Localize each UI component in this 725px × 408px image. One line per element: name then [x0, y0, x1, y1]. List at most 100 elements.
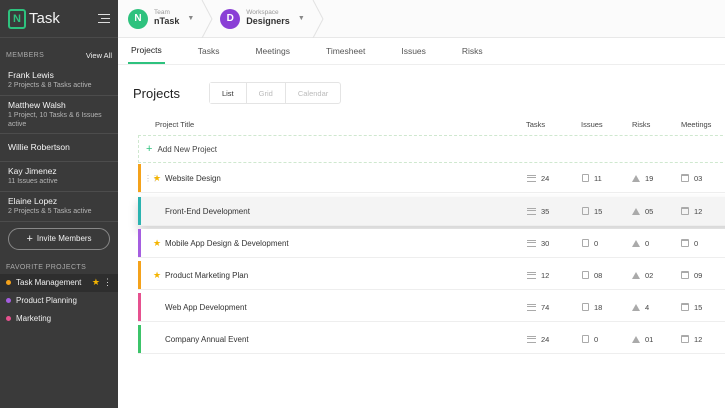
calendar-icon — [681, 303, 689, 311]
risks-cell[interactable]: 01 — [632, 335, 653, 344]
column-meetings[interactable]: Meetings — [681, 120, 711, 129]
table-row[interactable]: ⋮⋮ ★ Website Design 24 11 19 03 — [138, 164, 725, 193]
meetings-cell[interactable]: 0 — [681, 239, 698, 248]
tasks-cell[interactable]: 74 — [527, 303, 549, 312]
ntask-logo-icon[interactable]: N — [8, 8, 26, 29]
page-header: Projects List Grid Calendar — [118, 74, 725, 112]
project-title[interactable]: Mobile App Design & Development — [165, 239, 289, 248]
risks-cell[interactable]: 0 — [632, 239, 649, 248]
column-issues[interactable]: Issues — [581, 120, 603, 129]
project-title[interactable]: Product Marketing Plan — [165, 271, 248, 280]
project-title[interactable]: Website Design — [165, 174, 221, 183]
project-title[interactable]: Front-End Development — [165, 207, 250, 216]
view-list-button[interactable]: List — [209, 83, 247, 103]
issue-icon — [582, 335, 589, 343]
project-color-bar — [138, 197, 141, 225]
table-row[interactable]: ★ Mobile App Design & Development 30 0 0 0 — [138, 229, 725, 258]
issues-cell[interactable]: 08 — [582, 271, 602, 280]
meetings-cell[interactable]: 09 — [681, 271, 702, 280]
tasks-cell[interactable]: 24 — [527, 335, 549, 344]
favorite-project-item[interactable]: Task Management ★ ⋮ — [0, 273, 118, 292]
tab-timesheet[interactable]: Timesheet — [323, 46, 368, 64]
tasks-icon — [527, 303, 536, 311]
table-row[interactable]: Front-End Development 35 15 05 12 — [138, 197, 725, 226]
member-item[interactable]: Elaine Lopez 2 Projects & 5 Tasks active — [0, 192, 118, 222]
project-title[interactable]: Company Annual Event — [165, 335, 249, 344]
star-icon[interactable]: ★ — [153, 270, 161, 281]
issues-cell[interactable]: 18 — [582, 303, 602, 312]
issues-cell[interactable]: 15 — [582, 207, 602, 216]
meetings-cell[interactable]: 12 — [681, 335, 702, 344]
member-item[interactable]: Frank Lewis 2 Projects & 8 Tasks active — [0, 66, 118, 96]
issue-icon — [582, 174, 589, 182]
meetings-cell[interactable]: 15 — [681, 303, 702, 312]
column-tasks[interactable]: Tasks — [526, 120, 545, 129]
calendar-icon — [681, 174, 689, 182]
project-color-bar — [138, 229, 141, 257]
table-row[interactable]: Company Annual Event 24 0 01 12 — [138, 325, 725, 354]
member-item[interactable]: Willie Robertson — [0, 134, 118, 163]
hamburger-menu-icon[interactable] — [98, 13, 110, 24]
invite-members-button[interactable]: + Invite Members — [8, 227, 110, 250]
workspace-selector[interactable]: D Workspace Designers ▼ — [220, 8, 305, 29]
favorite-project-item[interactable]: Marketing — [0, 310, 118, 328]
caret-down-icon: ▼ — [187, 15, 195, 22]
tasks-cell[interactable]: 35 — [527, 207, 549, 216]
project-color-dot — [6, 316, 11, 322]
member-list: Frank Lewis 2 Projects & 8 Tasks active … — [0, 66, 118, 222]
view-all-link[interactable]: View All — [86, 51, 112, 60]
add-new-project-row[interactable]: + Add New Project — [138, 135, 725, 163]
issues-cell[interactable]: 0 — [582, 335, 598, 344]
view-calendar-button[interactable]: Calendar — [286, 83, 340, 103]
risk-warning-icon — [632, 271, 640, 279]
member-activity: 2 Projects & 8 Tasks active — [8, 82, 92, 89]
team-selector[interactable]: N Team nTask ▼ — [128, 8, 195, 29]
issues-count: 15 — [594, 206, 603, 216]
tasks-cell[interactable]: 24 — [527, 174, 549, 183]
invite-members-label: Invite Members — [36, 234, 92, 244]
risks-cell[interactable]: 02 — [632, 271, 653, 280]
table-row[interactable]: ★ Product Marketing Plan 12 08 02 09 — [138, 261, 725, 290]
meetings-cell[interactable]: 12 — [681, 207, 702, 216]
meetings-count: 15 — [694, 302, 703, 312]
issues-cell[interactable]: 0 — [582, 239, 598, 248]
favorite-project-item[interactable]: Product Planning — [0, 292, 118, 310]
issues-cell[interactable]: 11 — [582, 174, 602, 183]
topbar: N Team nTask ▼ D Workspace Designers ▼ — [118, 0, 725, 38]
plus-icon: + — [146, 143, 153, 155]
project-title[interactable]: Web App Development — [165, 303, 247, 312]
team-avatar: N — [128, 8, 148, 29]
column-project-title[interactable]: Project Title — [155, 120, 194, 129]
sidebar-header: N Task — [0, 0, 118, 38]
risks-cell[interactable]: 05 — [632, 207, 653, 216]
risks-count: 19 — [645, 173, 654, 183]
calendar-icon — [681, 239, 689, 247]
tasks-cell[interactable]: 12 — [527, 271, 549, 280]
more-options-icon[interactable]: ⋮ — [103, 277, 112, 288]
view-grid-button[interactable]: Grid — [247, 83, 286, 103]
star-icon[interactable]: ★ — [92, 277, 100, 288]
tasks-icon — [527, 271, 536, 279]
risks-cell[interactable]: 19 — [632, 174, 653, 183]
member-item[interactable]: Matthew Walsh 1 Project, 10 Tasks & 6 Is… — [0, 96, 118, 135]
column-risks[interactable]: Risks — [632, 120, 650, 129]
tasks-cell[interactable]: 30 — [527, 239, 549, 248]
meetings-cell[interactable]: 03 — [681, 174, 702, 183]
tab-issues[interactable]: Issues — [398, 46, 429, 64]
tasks-count: 35 — [541, 206, 550, 216]
member-item[interactable]: Kay Jimenez 11 Issues active — [0, 162, 118, 192]
tab-projects[interactable]: Projects — [128, 45, 165, 64]
project-color-bar — [138, 293, 141, 321]
tasks-count: 30 — [541, 238, 550, 248]
risks-cell[interactable]: 4 — [632, 303, 649, 312]
tab-tasks[interactable]: Tasks — [195, 46, 223, 64]
tasks-count: 74 — [541, 302, 550, 312]
issues-count: 18 — [594, 302, 603, 312]
issue-icon — [582, 271, 589, 279]
tab-risks[interactable]: Risks — [459, 46, 486, 64]
tab-meetings[interactable]: Meetings — [252, 46, 293, 64]
table-row[interactable]: Web App Development 74 18 4 15 — [138, 293, 725, 322]
breadcrumb-separator — [312, 0, 324, 38]
star-icon[interactable]: ★ — [153, 238, 161, 249]
star-icon[interactable]: ★ — [153, 173, 161, 184]
